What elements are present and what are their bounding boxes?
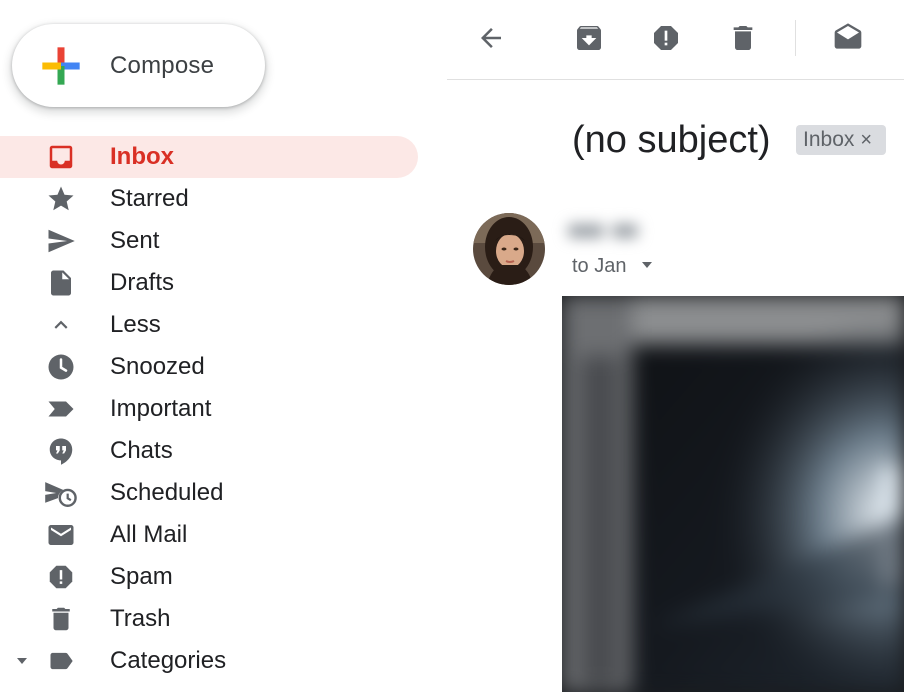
mark-unread-icon	[834, 23, 862, 49]
report-spam-icon	[654, 26, 678, 50]
delete-icon	[733, 26, 753, 50]
draft-icon	[44, 269, 78, 297]
sidebar-item-inbox[interactable]: Inbox	[0, 136, 418, 178]
remove-label-icon[interactable]: ×	[860, 129, 872, 152]
sidebar-item-less[interactable]: Less	[0, 304, 418, 346]
important-icon	[44, 395, 78, 423]
sidebar-item-important[interactable]: Important	[0, 388, 418, 430]
sidebar-item-label: Scheduled	[110, 479, 224, 506]
sender-name-redacted	[568, 216, 658, 246]
chat-icon	[44, 437, 78, 465]
sidebar-item-chats[interactable]: Chats	[0, 430, 418, 472]
mark-unread-button[interactable]	[828, 18, 868, 58]
sidebar-item-label: Chats	[110, 437, 173, 464]
sidebar-item-snoozed[interactable]: Snoozed	[0, 346, 418, 388]
sidebar-item-categories[interactable]: Categories	[0, 640, 418, 682]
sidebar-item-all-mail[interactable]: All Mail	[0, 514, 418, 556]
message-toolbar	[447, 0, 904, 80]
sidebar-item-label: Trash	[110, 605, 171, 632]
compose-label: Compose	[110, 52, 215, 79]
back-button[interactable]	[471, 18, 511, 58]
back-arrow-icon	[481, 28, 501, 48]
envelope-icon	[44, 521, 78, 549]
sidebar-item-starred[interactable]: Starred	[0, 178, 418, 220]
sidebar-item-label: Less	[110, 311, 161, 338]
toolbar-divider	[795, 20, 796, 56]
sidebar-item-label: Starred	[110, 185, 189, 212]
sidebar-item-label: Spam	[110, 563, 173, 590]
archive-icon	[577, 26, 601, 50]
sidebar-item-label: Snoozed	[110, 353, 205, 380]
scheduled-send-icon	[44, 479, 78, 507]
delete-button[interactable]	[723, 18, 763, 58]
archive-button[interactable]	[569, 18, 609, 58]
label-chip-text: Inbox	[803, 128, 855, 151]
sidebar-item-label: Sent	[110, 227, 160, 254]
sidebar-item-sent[interactable]: Sent	[0, 220, 418, 262]
email-subject: (no subject)	[572, 119, 771, 161]
chevron-up-icon	[44, 311, 78, 339]
sidebar-item-spam[interactable]: Spam	[0, 556, 418, 598]
sidebar-item-drafts[interactable]: Drafts	[0, 262, 418, 304]
label-icon	[44, 647, 78, 675]
sidebar-item-label: Drafts	[110, 269, 175, 296]
trash-icon	[44, 605, 78, 633]
star-icon	[44, 185, 78, 213]
clock-icon	[44, 353, 78, 381]
sender-avatar[interactable]	[473, 213, 545, 285]
inbox-label-chip[interactable]: Inbox ×	[796, 125, 886, 155]
recipient-label: to Jan	[572, 255, 627, 277]
sidebar-item-label: Inbox	[110, 143, 174, 170]
spam-icon	[44, 563, 78, 591]
inbox-icon	[44, 143, 78, 171]
plus-icon	[42, 47, 80, 85]
caret-down-icon	[640, 255, 654, 278]
sidebar-item-label: Important	[110, 395, 212, 422]
sidebar-item-trash[interactable]: Trash	[0, 598, 418, 640]
sidebar-item-label: Categories	[110, 647, 227, 674]
send-icon	[44, 227, 78, 255]
sidebar-item-scheduled[interactable]: Scheduled	[0, 472, 418, 514]
recipient-details-toggle[interactable]: to Jan	[572, 255, 654, 278]
caret-down-icon[interactable]	[14, 653, 30, 669]
report-spam-button[interactable]	[646, 18, 686, 58]
sidebar-nav: Inbox Starred Sent Drafts Less Snoozed I…	[0, 136, 420, 682]
email-body-image	[562, 296, 904, 692]
sidebar-item-label: All Mail	[110, 521, 188, 548]
compose-button[interactable]: Compose	[12, 24, 265, 107]
